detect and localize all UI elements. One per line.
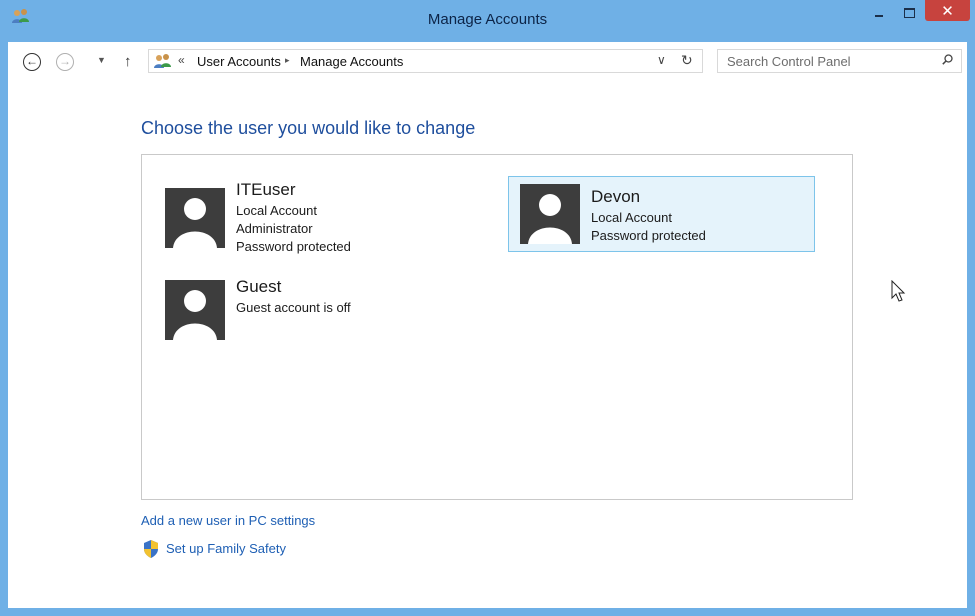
- add-user-link[interactable]: Add a new user in PC settings: [141, 513, 315, 528]
- breadcrumb-overflow-button[interactable]: «: [178, 53, 185, 67]
- content-pane: Choose the user you would like to change…: [8, 84, 967, 608]
- mouse-pointer-icon: [891, 280, 906, 302]
- title-bar[interactable]: Manage Accounts ✕: [0, 0, 975, 42]
- page-heading: Choose the user you would like to change: [141, 118, 476, 138]
- breadcrumb-arrow-icon[interactable]: ▸: [285, 55, 290, 66]
- window-title: Manage Accounts: [427, 11, 548, 28]
- close-button[interactable]: ✕: [925, 0, 970, 21]
- back-button[interactable]: ←: [23, 53, 41, 71]
- user-silhouette-icon: [165, 188, 225, 248]
- recent-locations-button[interactable]: ▼: [97, 55, 106, 65]
- search-box: [717, 49, 962, 73]
- search-icon[interactable]: [942, 54, 953, 65]
- user-silhouette-icon: [165, 280, 225, 340]
- address-dropdown-button[interactable]: ∨: [657, 53, 666, 67]
- account-name: ITEuser: [236, 180, 296, 199]
- forward-button[interactable]: →: [56, 53, 74, 71]
- accounts-list: ITEuser Local Account Administrator Pass…: [141, 154, 906, 500]
- users-icon: [154, 54, 171, 68]
- shield-icon: [144, 540, 158, 558]
- navigation-bar: ← → ▼ ↑ « User Accounts ▸ Manage Account…: [8, 42, 967, 84]
- up-button[interactable]: ↑: [124, 53, 132, 70]
- minimize-button[interactable]: [866, 0, 892, 28]
- refresh-button[interactable]: ↻: [681, 52, 693, 69]
- account-password-status: Password protected: [236, 239, 351, 254]
- breadcrumb-manage-accounts[interactable]: Manage Accounts: [300, 54, 403, 69]
- account-tile-devon[interactable]: Devon Local Account Password protected: [508, 176, 815, 252]
- account-name: Devon: [591, 187, 641, 206]
- search-input[interactable]: [718, 50, 937, 72]
- account-status: Guest account is off: [236, 300, 351, 315]
- maximize-button[interactable]: [896, 0, 922, 28]
- user-silhouette-icon: [520, 184, 580, 244]
- account-tile-iteuser[interactable]: ITEuser Local Account Administrator Pass…: [160, 175, 460, 257]
- account-password-status: Password protected: [591, 228, 706, 243]
- account-type: Local Account: [236, 203, 317, 218]
- account-tile-guest[interactable]: Guest Guest account is off: [160, 271, 460, 343]
- account-type: Local Account: [591, 210, 672, 225]
- family-safety-link[interactable]: Set up Family Safety: [166, 541, 286, 556]
- close-icon: ✕: [941, 3, 954, 20]
- account-role: Administrator: [236, 221, 313, 236]
- account-name: Guest: [236, 277, 282, 296]
- breadcrumb-user-accounts[interactable]: User Accounts: [197, 54, 281, 69]
- address-bar[interactable]: « User Accounts ▸ Manage Accounts ∨ ↻: [148, 49, 703, 73]
- window: Manage Accounts ✕ ← → ▼ ↑ « User Account…: [0, 0, 975, 616]
